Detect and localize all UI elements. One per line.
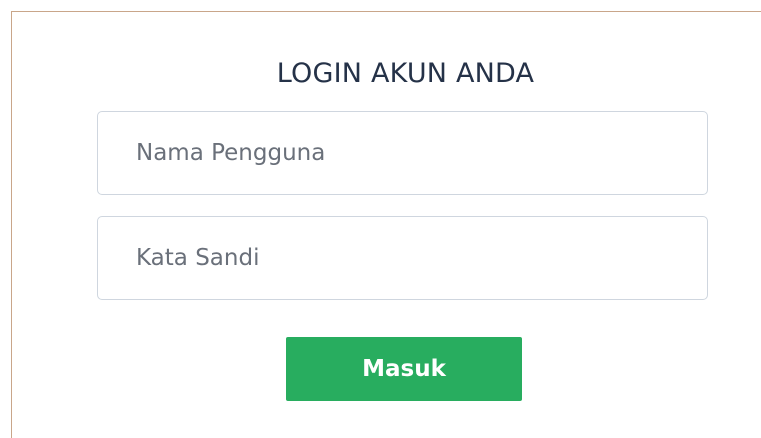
password-input[interactable] <box>97 216 708 300</box>
login-title: LOGIN AKUN ANDA <box>276 58 535 89</box>
username-input[interactable] <box>97 111 708 195</box>
login-submit-button[interactable]: Masuk <box>286 337 522 401</box>
login-card: LOGIN AKUN ANDA Masuk <box>12 12 761 438</box>
login-page: LOGIN AKUN ANDA Masuk <box>0 0 761 438</box>
